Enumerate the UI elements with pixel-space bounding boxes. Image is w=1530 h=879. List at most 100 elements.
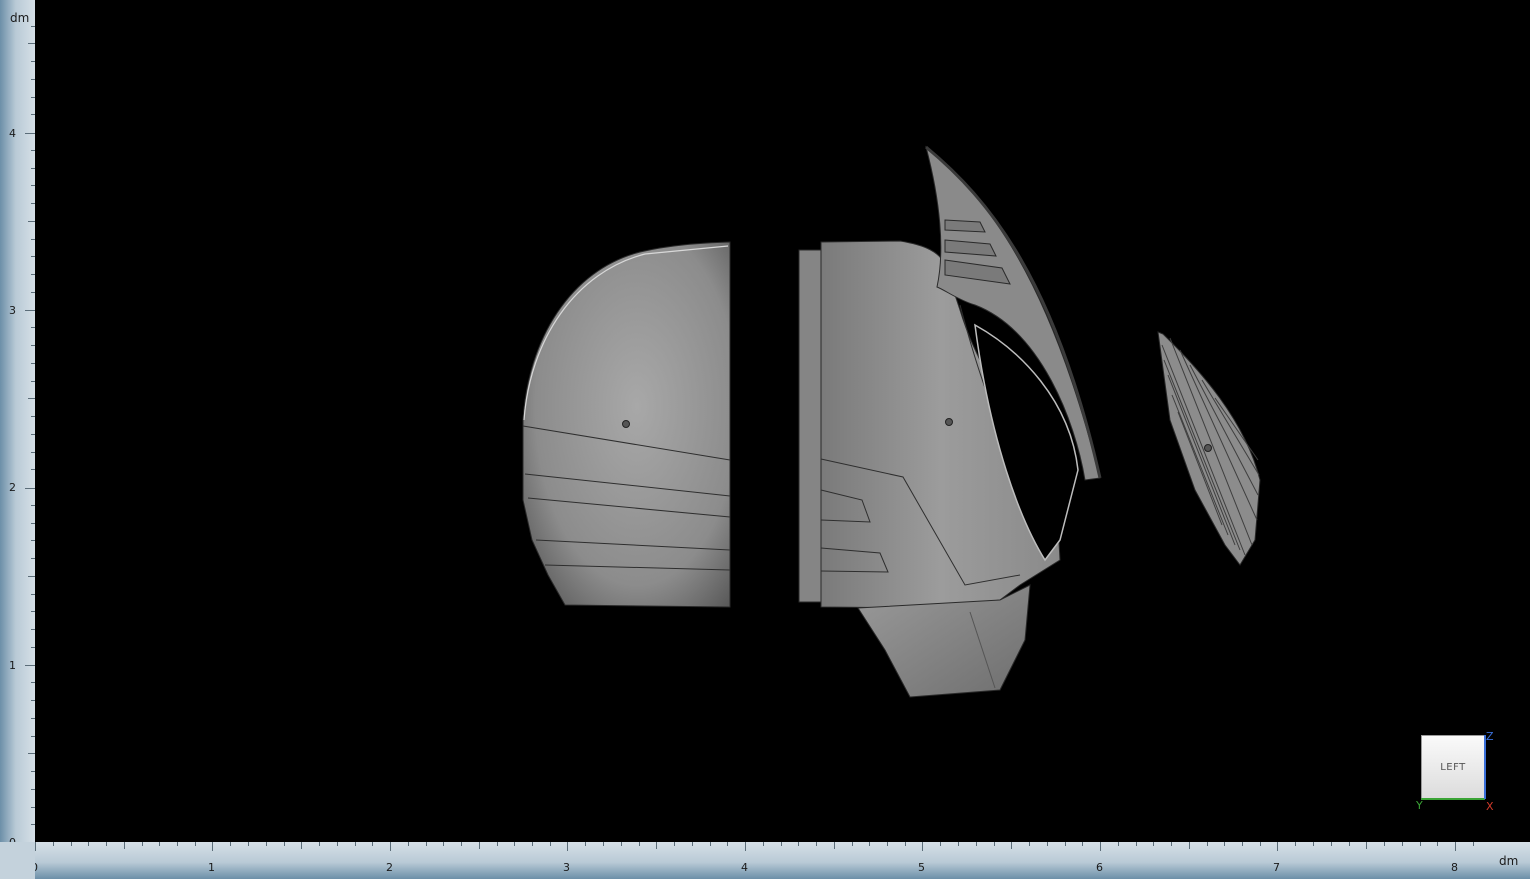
ruler-minor-tick [31, 452, 35, 453]
ruler-minor-tick [905, 842, 906, 846]
ruler-minor-tick [674, 842, 675, 846]
ruler-minor-tick [195, 842, 196, 846]
vertical-tick-label: 1 [9, 659, 16, 672]
ruler-minor-tick [31, 185, 35, 186]
ruler-minor-tick [31, 540, 35, 541]
view-cube-widget[interactable]: LEFT Z Y X [1413, 730, 1503, 816]
ruler-minor-tick [31, 736, 35, 737]
ruler-minor-tick [443, 842, 444, 846]
ruler-minor-tick [28, 43, 35, 44]
ruler-minor-tick [266, 842, 267, 846]
back-shell-part[interactable] [522, 241, 731, 608]
ruler-major-tick [567, 842, 568, 851]
vertical-unit-label: dm [10, 11, 30, 25]
ruler-major-tick [25, 665, 35, 666]
horizontal-tick-label: 3 [563, 861, 570, 874]
view-cube-face-left[interactable]: LEFT [1421, 735, 1485, 799]
ruler-major-tick [25, 488, 35, 489]
ruler-major-tick [35, 842, 36, 851]
horizontal-tick-label: 4 [741, 861, 748, 874]
vertical-ruler: dm 4 3 2 1 0 [0, 0, 35, 879]
ruler-minor-tick [816, 842, 817, 846]
ruler-minor-tick [1473, 842, 1474, 846]
x-axis-label: X [1486, 800, 1494, 813]
horizontal-unit-label: dm [1499, 854, 1519, 868]
ruler-major-tick [922, 842, 923, 851]
helmet-model[interactable] [35, 0, 1530, 842]
ruler-minor-tick [958, 842, 959, 846]
ruler-minor-tick [1295, 842, 1296, 846]
ruler-minor-tick [497, 842, 498, 846]
ruler-minor-tick [1029, 842, 1030, 846]
ruler-minor-tick [177, 842, 178, 846]
ruler-minor-tick [621, 842, 622, 846]
ruler-minor-tick [28, 753, 35, 754]
ruler-minor-tick [940, 842, 941, 846]
ruler-minor-tick [1349, 842, 1350, 846]
ruler-major-tick [1455, 842, 1456, 851]
ruler-minor-tick [1171, 842, 1172, 846]
ruler-minor-tick [479, 842, 480, 849]
ruler-minor-tick [834, 842, 835, 849]
ruler-minor-tick [31, 718, 35, 719]
ruler-minor-tick [31, 79, 35, 80]
ruler-minor-tick [763, 842, 764, 846]
ruler-major-tick [745, 842, 746, 851]
ruler-minor-tick [656, 842, 657, 849]
ruler-minor-tick [1011, 842, 1012, 849]
ruler-minor-tick [31, 239, 35, 240]
horizontal-ruler: 0 1 2 3 4 5 6 7 8 dm [0, 842, 1530, 879]
ruler-minor-tick [31, 594, 35, 595]
ruler-minor-tick [1224, 842, 1225, 846]
ruler-minor-tick [31, 505, 35, 506]
3d-viewport[interactable] [35, 0, 1530, 842]
ruler-minor-tick [1313, 842, 1314, 846]
ruler-minor-tick [550, 842, 551, 846]
ruler-minor-tick [461, 842, 462, 846]
ruler-minor-tick [31, 61, 35, 62]
ruler-minor-tick [994, 842, 995, 846]
ruler-minor-tick [248, 842, 249, 846]
ruler-minor-tick [31, 292, 35, 293]
ruler-minor-tick [31, 700, 35, 701]
ruler-minor-tick [301, 842, 302, 849]
ruler-minor-tick [28, 576, 35, 577]
y-axis-line [1421, 798, 1485, 800]
ruler-minor-tick [31, 327, 35, 328]
ruler-minor-tick [1047, 842, 1048, 846]
ruler-minor-tick [408, 842, 409, 846]
ruler-minor-tick [28, 221, 35, 222]
ruler-minor-tick [31, 558, 35, 559]
ruler-minor-tick [1242, 842, 1243, 846]
ruler-minor-tick [159, 842, 160, 846]
ruler-minor-tick [710, 842, 711, 846]
ruler-minor-tick [1153, 842, 1154, 846]
ruler-major-tick [25, 133, 35, 134]
ruler-minor-tick [869, 842, 870, 846]
ruler-minor-tick [31, 523, 35, 524]
ruler-major-tick [1100, 842, 1101, 851]
vertical-tick-label: 2 [9, 481, 16, 494]
ruler-corner [0, 842, 35, 879]
ruler-minor-tick [31, 363, 35, 364]
ruler-minor-tick [31, 114, 35, 115]
ruler-minor-tick [1118, 842, 1119, 846]
ruler-minor-tick [88, 842, 89, 846]
ruler-minor-tick [1260, 842, 1261, 846]
horizontal-tick-label: 5 [918, 861, 925, 874]
ruler-minor-tick [585, 842, 586, 846]
vertical-tick-label: 3 [9, 304, 16, 317]
ruler-minor-tick [1437, 842, 1438, 846]
ruler-minor-tick [31, 682, 35, 683]
ruler-minor-tick [106, 842, 107, 846]
ruler-minor-tick [31, 97, 35, 98]
vertical-tick-label: 4 [9, 127, 16, 140]
ruler-minor-tick [372, 842, 373, 846]
visor-part[interactable] [1157, 331, 1261, 566]
ruler-minor-tick [1189, 842, 1190, 849]
ruler-minor-tick [31, 789, 35, 790]
ruler-minor-tick [124, 842, 125, 849]
ruler-minor-tick [1065, 842, 1066, 846]
ruler-minor-tick [31, 434, 35, 435]
ruler-minor-tick [639, 842, 640, 846]
